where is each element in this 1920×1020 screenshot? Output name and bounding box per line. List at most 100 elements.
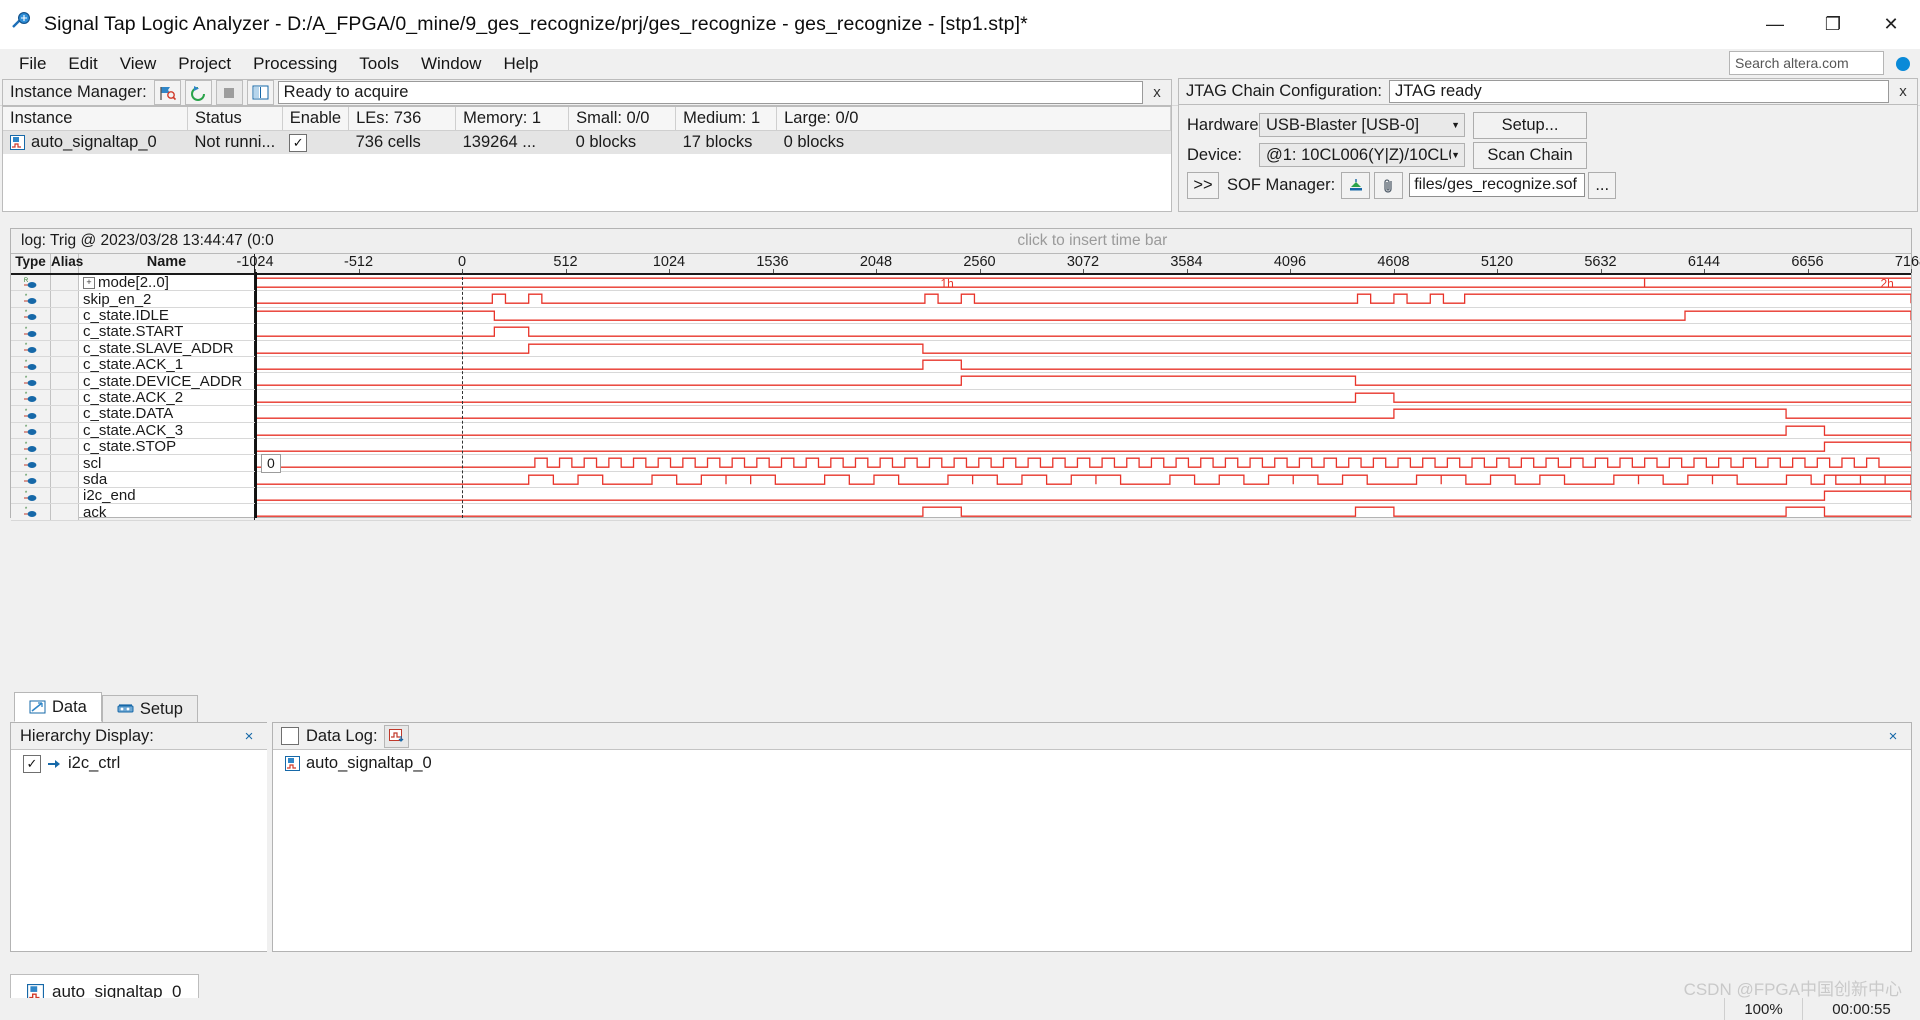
signal-name-cell[interactable]: ack xyxy=(79,504,255,520)
expand-button[interactable]: >> xyxy=(1187,171,1219,199)
data-log-close-icon[interactable]: × xyxy=(1879,724,1907,749)
stop-analysis-icon[interactable] xyxy=(215,80,243,105)
autorun-analysis-icon[interactable] xyxy=(184,80,212,105)
time-bar-hint[interactable]: click to insert time bar xyxy=(274,232,1911,250)
waveform-row[interactable]: * c_state.DEVICE_ADDR xyxy=(11,373,1911,390)
waveform-row[interactable]: * c_state.DATA xyxy=(11,406,1911,423)
signal-name-cell[interactable]: c_state.SLAVE_ADDR xyxy=(79,340,255,356)
sof-browse-button[interactable]: ... xyxy=(1588,171,1617,199)
data-log-checkbox[interactable] xyxy=(281,727,299,745)
signal-waveform[interactable] xyxy=(255,439,1911,454)
sof-file-field[interactable]: files/ges_recognize.sof xyxy=(1409,173,1586,197)
menu-help[interactable]: Help xyxy=(492,51,549,77)
signal-alias-cell[interactable] xyxy=(51,275,79,291)
waveform-row[interactable]: * skip_en_2 xyxy=(11,291,1911,308)
signal-alias-cell[interactable] xyxy=(51,422,79,438)
waveform-row[interactable]: * ack xyxy=(11,504,1911,521)
signal-waveform[interactable] xyxy=(255,406,1911,421)
instance-status-field[interactable]: Ready to acquire xyxy=(277,81,1143,104)
list-item[interactable]: auto_signaltap_0 xyxy=(273,750,1911,773)
read-data-icon[interactable] xyxy=(246,80,274,105)
signal-waveform[interactable] xyxy=(255,291,1911,306)
menu-tools[interactable]: Tools xyxy=(348,51,410,77)
program-device-icon[interactable] xyxy=(1341,171,1371,199)
waveform-row[interactable]: * c_state.SLAVE_ADDR xyxy=(11,340,1911,357)
close-button[interactable]: ✕ xyxy=(1862,0,1920,48)
signal-waveform[interactable] xyxy=(255,472,1911,487)
signal-alias-cell[interactable] xyxy=(51,471,79,488)
menu-processing[interactable]: Processing xyxy=(242,51,348,77)
signal-name-cell[interactable]: skip_en_2 xyxy=(79,291,255,307)
col-alias[interactable]: Alias xyxy=(51,254,83,273)
menu-edit[interactable]: Edit xyxy=(57,51,108,77)
signal-alias-cell[interactable] xyxy=(51,307,79,324)
waveform-row[interactable]: * c_state.ACK_2 xyxy=(11,389,1911,407)
waveform-row[interactable]: * c_state.STOP xyxy=(11,438,1911,456)
signal-name-cell[interactable]: + mode[2..0] xyxy=(79,275,255,291)
attach-sof-icon[interactable] xyxy=(1374,171,1404,199)
signal-name-cell[interactable]: scl xyxy=(79,455,255,471)
tab-setup[interactable]: Setup xyxy=(101,695,198,722)
signal-alias-cell[interactable] xyxy=(51,324,79,340)
signal-waveform[interactable] xyxy=(255,373,1911,388)
signal-waveform[interactable] xyxy=(255,423,1911,438)
hierarchy-close-icon[interactable]: × xyxy=(235,724,263,749)
hardware-select[interactable]: USB-Blaster [USB-0] ▼ xyxy=(1259,113,1465,137)
signal-alias-cell[interactable] xyxy=(51,340,79,356)
col-name[interactable]: Name xyxy=(79,254,255,273)
signal-alias-cell[interactable] xyxy=(51,488,79,504)
jtag-status-field[interactable]: JTAG ready xyxy=(1388,80,1889,103)
search-icon[interactable] xyxy=(1896,57,1910,71)
signal-alias-cell[interactable] xyxy=(51,504,79,520)
signal-waveform[interactable]: 1h 2h xyxy=(255,275,1911,290)
signal-name-cell[interactable]: c_state.ACK_2 xyxy=(79,389,255,406)
scan-chain-button[interactable]: Scan Chain xyxy=(1473,141,1587,169)
waveform-row[interactable]: * scl xyxy=(11,455,1911,472)
signal-waveform[interactable] xyxy=(255,504,1911,519)
device-select[interactable]: @1: 10CL006(Y|Z)/10CL010 ▼ xyxy=(1259,143,1465,167)
jtag-close-icon[interactable]: x xyxy=(1889,79,1917,104)
waveform-row[interactable]: * c_state.ACK_1 xyxy=(11,356,1911,374)
instance-manager-close-icon[interactable]: x xyxy=(1143,80,1171,105)
signal-alias-cell[interactable] xyxy=(51,438,79,455)
menu-project[interactable]: Project xyxy=(167,51,242,77)
signal-name-cell[interactable]: c_state.START xyxy=(79,324,255,340)
signal-alias-cell[interactable] xyxy=(51,455,79,471)
col-memory[interactable]: Memory: 1 xyxy=(455,107,570,131)
col-les[interactable]: LEs: 736 xyxy=(348,107,457,131)
signal-alias-cell[interactable] xyxy=(51,356,79,373)
signal-alias-cell[interactable] xyxy=(51,406,79,422)
waveform-row[interactable]: * i2c_end xyxy=(11,488,1911,505)
signal-name-cell[interactable]: c_state.DEVICE_ADDR xyxy=(79,373,255,389)
menu-window[interactable]: Window xyxy=(410,51,492,77)
waveform-row[interactable]: * c_state.IDLE xyxy=(11,307,1911,325)
signal-name-cell[interactable]: c_state.IDLE xyxy=(79,307,255,324)
list-item[interactable]: ✓ i2c_ctrl xyxy=(11,750,267,773)
search-input[interactable]: Search altera.com xyxy=(1729,51,1884,75)
menu-file[interactable]: File xyxy=(8,51,57,77)
col-small[interactable]: Small: 0/0 xyxy=(568,107,677,131)
expand-icon[interactable]: + xyxy=(83,276,95,289)
col-medium[interactable]: Medium: 1 xyxy=(675,107,778,131)
signal-name-cell[interactable]: c_state.ACK_1 xyxy=(79,356,255,373)
table-row[interactable]: auto_signaltap_0 Not runni... ✓ 736 cell… xyxy=(3,130,1171,154)
col-enable[interactable]: Enable xyxy=(282,107,350,131)
enable-checkbox[interactable]: ✓ xyxy=(289,133,308,152)
signal-name-cell[interactable]: sda xyxy=(79,471,255,488)
signal-waveform[interactable] xyxy=(255,455,1911,470)
waveform-row[interactable]: R + mode[2..0] 1h 2h xyxy=(11,275,1911,292)
signal-name-cell[interactable]: c_state.DATA xyxy=(79,406,255,422)
datalog-icon[interactable] xyxy=(383,724,409,748)
maximize-button[interactable]: ❐ xyxy=(1804,0,1862,48)
signal-name-cell[interactable]: c_state.STOP xyxy=(79,438,255,455)
waveform-row[interactable]: * c_state.START xyxy=(11,324,1911,341)
signal-waveform[interactable] xyxy=(255,341,1911,356)
waveform-row[interactable]: * c_state.ACK_3 xyxy=(11,422,1911,439)
signal-name-cell[interactable]: i2c_end xyxy=(79,488,255,504)
tab-data[interactable]: Data xyxy=(14,692,102,722)
signal-alias-cell[interactable] xyxy=(51,373,79,389)
signal-alias-cell[interactable] xyxy=(51,291,79,307)
col-large[interactable]: Large: 0/0 xyxy=(776,107,1171,131)
col-status[interactable]: Status xyxy=(187,107,283,131)
run-analysis-icon[interactable] xyxy=(153,80,181,105)
